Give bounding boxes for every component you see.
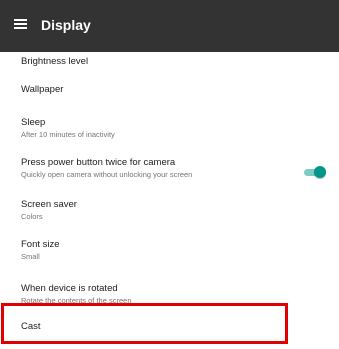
setting-title: Screen saver — [21, 199, 77, 210]
setting-subtitle: After 10 minutes of inactivity — [21, 130, 115, 139]
setting-subtitle: Rotate the contents of the screen — [21, 296, 132, 304]
menu-icon[interactable] — [14, 19, 27, 29]
app-bar: Display — [0, 0, 339, 52]
setting-font-size[interactable]: Font size Small — [0, 233, 339, 277]
setting-sleep[interactable]: Sleep After 10 minutes of inactivity — [0, 112, 339, 156]
setting-title: When device is rotated — [21, 283, 118, 294]
toggle-thumb — [314, 166, 326, 178]
setting-subtitle: Colors — [21, 212, 43, 221]
setting-title: Font size — [21, 239, 60, 250]
setting-subtitle: Quickly open camera without unlocking yo… — [21, 170, 193, 179]
setting-title: Sleep — [21, 117, 46, 128]
setting-device-rotated[interactable]: When device is rotated Rotate the conten… — [0, 277, 339, 304]
setting-wallpaper[interactable]: Wallpaper — [0, 70, 339, 112]
setting-title: Brightness level — [21, 56, 89, 67]
setting-cast[interactable]: Cast — [0, 304, 339, 349]
setting-screen-saver[interactable]: Screen saver Colors — [0, 193, 339, 233]
setting-brightness-level[interactable]: Brightness level — [0, 52, 339, 70]
setting-title: Wallpaper — [21, 84, 64, 95]
page-title: Display — [41, 17, 91, 33]
setting-subtitle: Small — [21, 252, 40, 261]
setting-power-button-camera[interactable]: Press power button twice for camera Quic… — [0, 156, 339, 193]
camera-toggle[interactable] — [304, 166, 326, 178]
setting-title: Cast — [21, 321, 41, 332]
setting-title: Press power button twice for camera — [21, 157, 176, 168]
